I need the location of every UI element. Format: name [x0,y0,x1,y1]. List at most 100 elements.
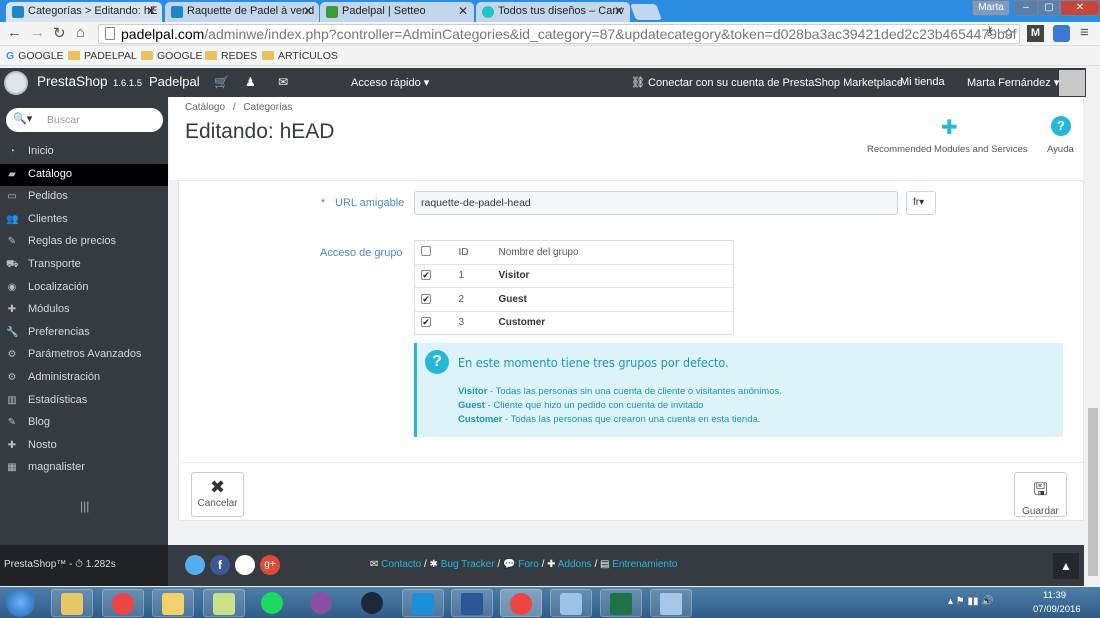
minimize-window-button[interactable]: – [1014,0,1038,16]
footer-link-forum[interactable]: Foro [518,559,539,570]
marketplace-link[interactable]: ⛓ Conectar con su cuenta de PrestaShop M… [631,76,903,89]
forward-icon[interactable]: → [30,24,45,41]
browser-tab[interactable]: Padelpal | Setteo ✕ [320,2,474,22]
help-icon[interactable]: ? [1051,116,1071,136]
recommended-modules-button[interactable]: Recommended Modules and Services [867,144,1028,155]
cancel-button[interactable]: ✖ Cancelar [191,472,244,517]
save-button[interactable]: 🖫 Guardar [1014,472,1067,517]
group-checkbox-visitor[interactable]: ✔ [421,270,431,281]
help-button[interactable]: Ayuda [1047,144,1074,155]
google-plus-icon[interactable]: g+ [260,555,280,575]
bookmark-star-icon[interactable]: ☆ [1002,24,1015,42]
sidebar-item[interactable]: ◉ Localización [0,277,168,299]
language-dropdown[interactable]: fr▾ [906,191,936,215]
spotify-taskbar-icon[interactable] [252,589,294,617]
footer-link-bug-tracker[interactable]: Bug Tracker [441,559,495,570]
explorer-taskbar-icon[interactable] [51,589,93,617]
bookmark-folder[interactable]: ARTÍCULOS [262,50,338,62]
gog-taskbar-icon[interactable] [301,589,343,617]
key-icon[interactable]: ⚷ [985,24,994,38]
footer-link-addons[interactable]: Addons [558,559,592,570]
sidebar-item[interactable]: ✚ Nosto [0,435,168,457]
logo-text[interactable]: PrestaShop [37,74,108,89]
breadcrumb-categories[interactable]: Categorías [243,102,292,113]
close-tab-icon[interactable]: ✕ [458,4,468,18]
bookmark-item[interactable]: G GOOGLE [6,50,64,62]
friendly-url-input[interactable]: raquette-de-padel-head [414,191,898,215]
sidebar-item[interactable]: 👥 Clientes [0,209,168,231]
steam-taskbar-icon[interactable] [352,589,394,617]
start-button-icon[interactable] [6,588,35,617]
excel-taskbar-icon[interactable] [600,589,642,617]
menu-icon[interactable]: ≡ [1080,24,1089,41]
url-input[interactable]: padelpal.com/adminwe/index.php?controlle… [98,24,1020,44]
mail-taskbar-icon[interactable] [152,589,194,617]
twitter-icon[interactable] [185,555,205,575]
sidebar-search[interactable]: 🔍▾ Buscar [6,108,163,132]
my-shop-link[interactable]: Mi tienda [900,76,945,88]
sidebar-item[interactable]: ✎ Reglas de precios [0,231,168,253]
collapse-sidebar-icon[interactable]: ||| [80,499,89,513]
tags-icon: ✎ [7,236,17,248]
footer-link-contact[interactable]: Contacto [381,559,421,570]
bookmark-folder[interactable]: GOOGLE [141,50,203,62]
sidebar-item[interactable]: ▭ Pedidos [0,186,168,208]
close-tab-icon[interactable]: ✕ [303,4,313,18]
user-icon[interactable]: ♟ [245,75,256,89]
browser-tab-active[interactable]: Categorías > Editando: hE ✕ [6,2,162,22]
quick-access-dropdown[interactable]: Acceso rápido ▾ [351,76,429,89]
avatar[interactable] [1059,70,1085,96]
group-checkbox-customer[interactable]: ✔ [421,317,431,328]
system-tray-icons[interactable]: ▴ ⚑ ▮▮ 🔊 [948,596,994,607]
browser-tab[interactable]: Raquette de Padel à vend ✕ [165,2,319,22]
footer-link-training[interactable]: Entrenamiento [612,559,677,570]
new-tab-button[interactable] [630,4,662,20]
paint-taskbar-icon[interactable] [203,589,245,617]
page-scrollbar[interactable] [1086,68,1100,588]
extension-blue-icon[interactable] [1053,25,1070,42]
word-taskbar-icon[interactable] [451,589,493,617]
close-tab-icon[interactable]: ✕ [146,4,156,18]
image-tool-taskbar-icon[interactable] [550,589,592,617]
sidebar-item[interactable]: ⚙ Parámetros Avanzados [0,344,168,366]
sidebar-item[interactable]: 🔧 Preferencias [0,322,168,344]
window-taskbar-icon[interactable] [650,589,692,617]
facebook-icon[interactable]: f [210,555,230,575]
cart-icon[interactable]: 🛒 [214,75,229,89]
scrollbar-thumb[interactable] [1088,408,1098,576]
back-icon[interactable]: ← [7,24,22,41]
group-checkbox-guest[interactable]: ✔ [421,293,431,304]
uplay-taskbar-icon[interactable] [402,589,444,617]
question-icon: ? [425,350,449,374]
footer-separator: / [497,559,501,570]
sidebar-item[interactable]: ▦ magnalister [0,457,168,479]
scroll-top-icon[interactable]: ▲ [1053,553,1079,579]
user-badge[interactable]: Marta [972,0,1010,16]
select-all-checkbox[interactable] [421,245,431,256]
breadcrumb-catalog[interactable]: Catálogo [185,102,225,113]
search-icon[interactable]: 🔍▾ [13,112,32,125]
chrome-active-taskbar-icon[interactable] [500,589,542,617]
close-tab-icon[interactable]: ✕ [614,4,624,18]
github-icon[interactable] [235,555,255,575]
sidebar-item[interactable]: ✎ Blog [0,412,168,434]
sidebar-item[interactable]: ▰ Catálogo [0,163,168,186]
sidebar-item[interactable]: ◔ Inicio [0,141,168,163]
sidebar-item[interactable]: ⛟ Transporte [0,254,168,276]
home-icon[interactable]: ⌂ [76,24,85,41]
bookmark-folder[interactable]: PADELPAL [68,50,137,62]
puzzle-icon[interactable]: ✚ [941,115,958,140]
user-menu[interactable]: Marta Fernández ▾ [967,76,1059,89]
sidebar-item[interactable]: ⚙ Administración [0,367,168,389]
close-window-button[interactable]: ✕ [1060,0,1100,16]
sidebar-item[interactable]: ✚ Módulos [0,299,168,321]
maximize-window-button[interactable]: ▢ [1038,0,1060,16]
shop-name[interactable]: Padelpal [149,74,200,89]
bookmark-folder[interactable]: REDES [205,50,257,62]
reload-icon[interactable]: ↻ [53,24,66,42]
chrome-taskbar-icon[interactable] [102,589,144,617]
envelope-icon[interactable]: ✉ [278,75,288,89]
browser-tab[interactable]: Todos tus diseños – Canv ✕ [476,2,630,22]
sidebar-item[interactable]: ▥ Estadísticas [0,390,168,412]
extension-m-icon[interactable]: M [1027,25,1044,42]
